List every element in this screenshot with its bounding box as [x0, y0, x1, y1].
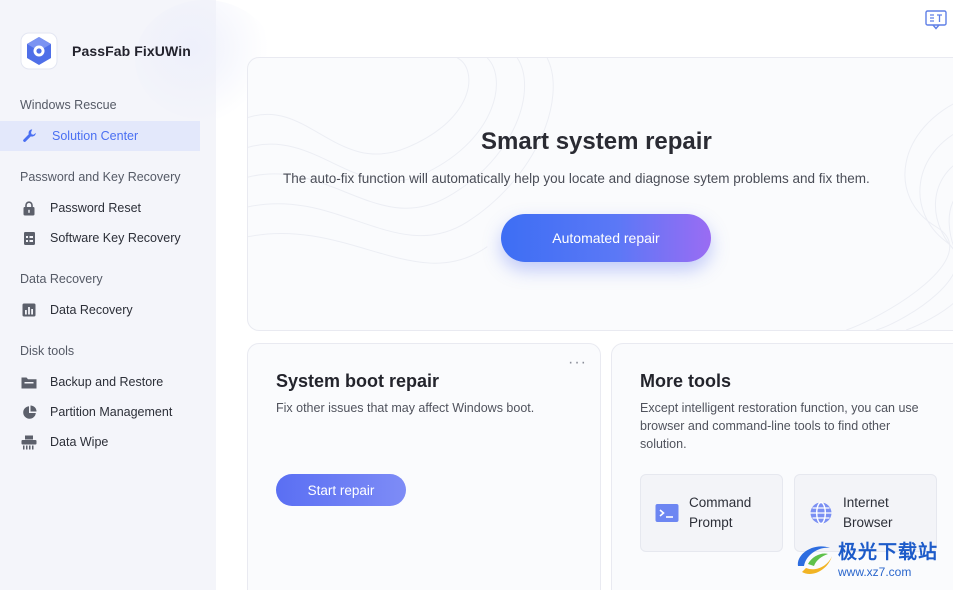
sidebar-item-software-key[interactable]: Software Key Recovery: [0, 223, 200, 253]
app-name: PassFab FixUWin: [72, 43, 191, 59]
pie-icon: [21, 404, 37, 420]
sidebar-item-data-recovery[interactable]: Data Recovery: [0, 295, 200, 325]
key-doc-icon: [21, 230, 37, 246]
boot-repair-card: ··· System boot repair Fix other issues …: [247, 343, 601, 590]
tool-label-line2: Browser: [843, 515, 893, 530]
section-disk-tools: Disk tools: [20, 344, 75, 358]
sidebar-item-label: Solution Center: [52, 129, 139, 143]
tool-label-line1: Command: [689, 495, 752, 510]
automated-repair-button[interactable]: Automated repair: [501, 214, 711, 262]
hero-description: The auto-fix function will automatically…: [283, 171, 870, 186]
app-logo-icon: [20, 32, 58, 70]
shredder-icon: [21, 434, 37, 450]
sidebar-item-partition-management[interactable]: Partition Management: [0, 397, 200, 427]
sidebar-item-label: Software Key Recovery: [50, 231, 181, 245]
tool-label-line2: Prompt: [689, 515, 733, 530]
feedback-icon[interactable]: [925, 10, 947, 30]
sidebar-item-label: Backup and Restore: [50, 375, 164, 389]
sidebar-item-label: Data Wipe: [50, 435, 109, 449]
section-windows-rescue: Windows Rescue: [20, 98, 117, 112]
folder-icon: [21, 374, 37, 390]
terminal-icon: [655, 504, 679, 522]
boot-repair-description: Fix other issues that may affect Windows…: [276, 401, 535, 415]
sidebar-item-label: Partition Management: [50, 405, 173, 419]
sidebar-item-password-reset[interactable]: Password Reset: [0, 193, 200, 223]
sidebar: PassFab FixUWin Windows Rescue Solution …: [0, 0, 275, 590]
more-options-icon[interactable]: ···: [568, 354, 587, 372]
watermark-logo-icon: [797, 546, 832, 575]
start-repair-button[interactable]: Start repair: [276, 474, 406, 506]
hero-decoration: [248, 58, 953, 330]
site-watermark: 极光下载站 www.xz7.com: [792, 536, 938, 580]
smart-repair-card: Smart system repair The auto-fix functio…: [247, 57, 953, 331]
tool-label-line1: Internet: [843, 495, 889, 510]
lock-icon: [21, 200, 37, 216]
sidebar-item-label: Password Reset: [50, 201, 142, 215]
hero-title: Smart system repair: [481, 128, 712, 155]
sidebar-item-label: Data Recovery: [50, 303, 133, 317]
more-tools-description: Except intelligent restoration function,…: [640, 401, 919, 451]
command-prompt-tool[interactable]: Command Prompt: [640, 474, 783, 552]
app-header: PassFab FixUWin: [20, 32, 191, 70]
section-data-recovery: Data Recovery: [20, 272, 103, 286]
boot-repair-title: System boot repair: [276, 371, 440, 391]
bar-chart-icon: [21, 302, 37, 318]
sidebar-item-solution-center[interactable]: Solution Center: [0, 121, 200, 151]
watermark-url: www.xz7.com: [838, 565, 912, 579]
wrench-icon: [22, 128, 38, 144]
globe-icon: [810, 501, 832, 525]
more-tools-title: More tools: [640, 371, 732, 391]
section-password-key: Password and Key Recovery: [20, 170, 181, 184]
sidebar-item-data-wipe[interactable]: Data Wipe: [0, 427, 200, 457]
watermark-title: 极光下载站: [838, 542, 939, 563]
sidebar-item-backup-restore[interactable]: Backup and Restore: [0, 367, 200, 397]
